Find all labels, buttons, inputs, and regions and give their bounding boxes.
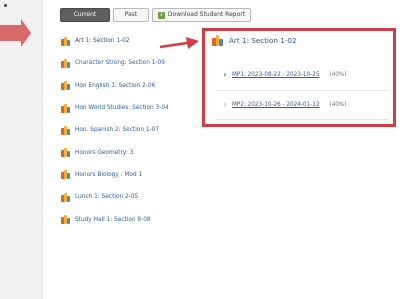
- center-annotation-arrowhead: [186, 37, 199, 49]
- center-annotation-arrow: [159, 41, 188, 49]
- left-annotation-arrow: [0, 19, 31, 47]
- annotation-arrows: [0, 19, 199, 49]
